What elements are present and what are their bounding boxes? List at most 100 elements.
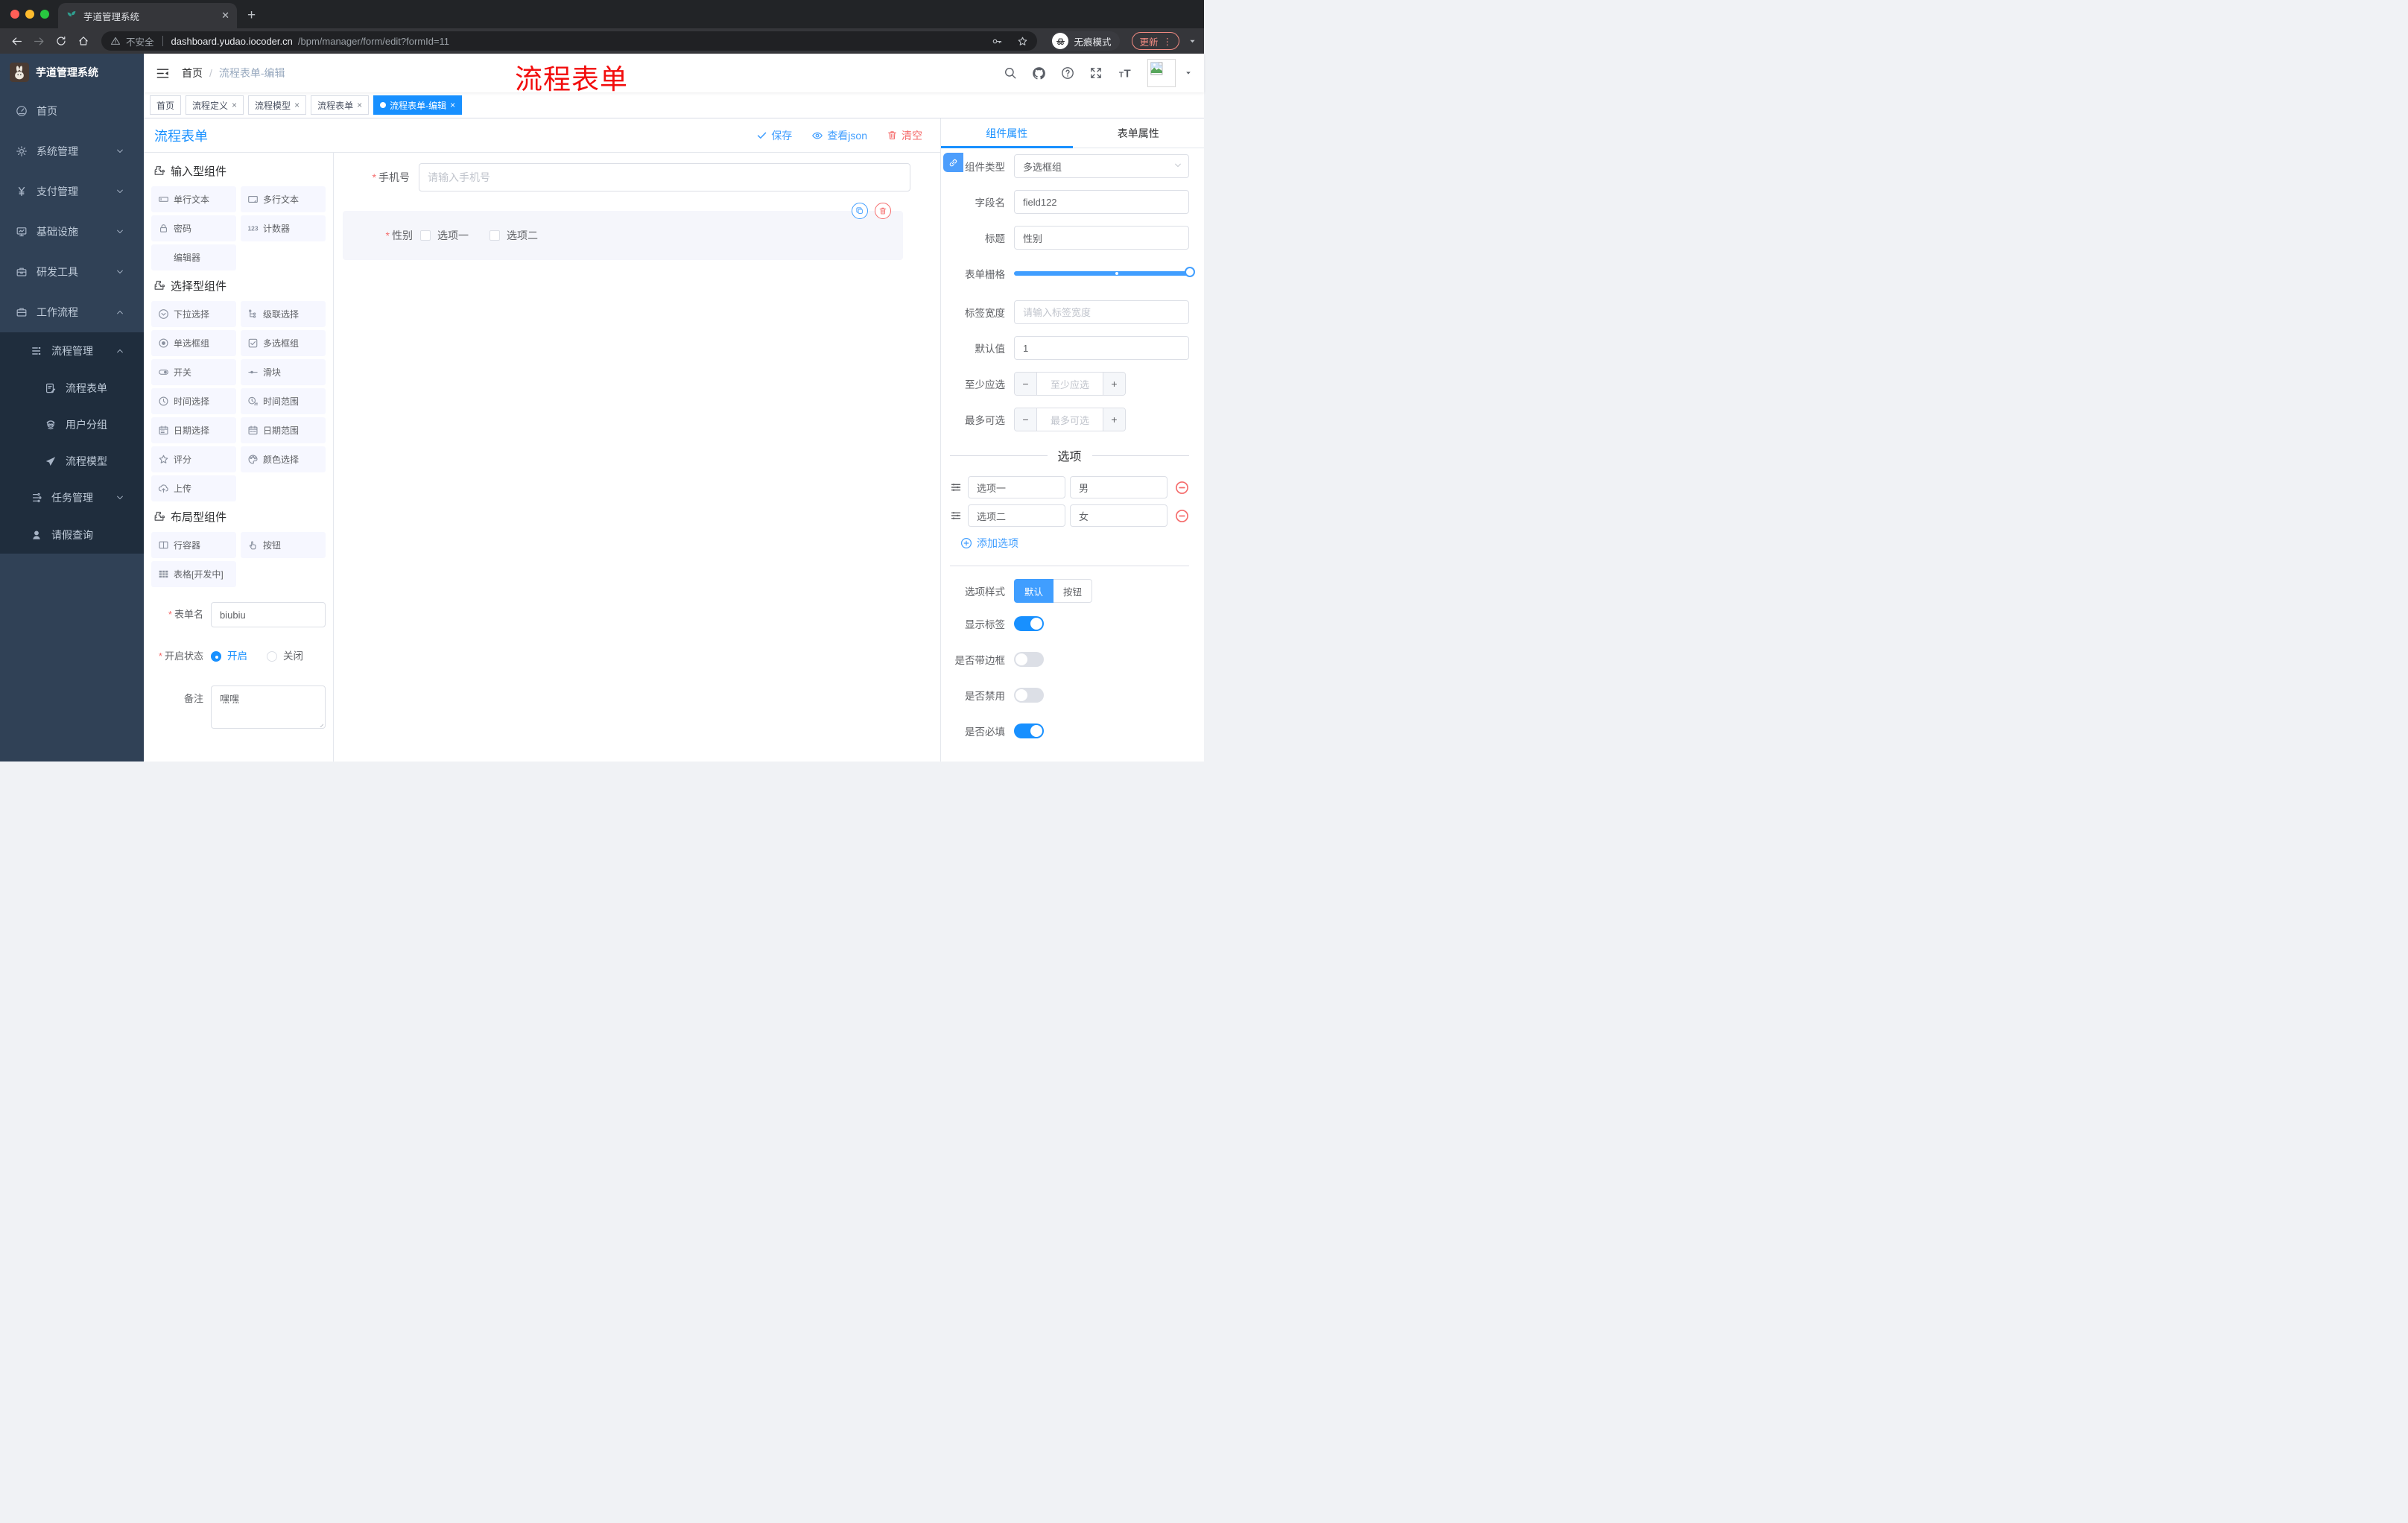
component-chip-按钮[interactable]: 按钮 bbox=[241, 532, 326, 558]
selected-component-gender[interactable]: 性别 选项一 选项二 bbox=[343, 203, 903, 260]
sidebar-item-支付管理[interactable]: 支付管理 bbox=[0, 171, 144, 212]
component-chip-颜色选择[interactable]: 颜色选择 bbox=[241, 446, 326, 472]
address-bar[interactable]: 不安全 dashboard.yudao.iocoder.cn/bpm/manag… bbox=[101, 31, 1038, 51]
toggle-显示标签[interactable] bbox=[1014, 616, 1044, 631]
remark-textarea[interactable]: 嘿嘿 bbox=[211, 685, 326, 729]
reload-icon[interactable] bbox=[52, 32, 70, 50]
back-icon[interactable] bbox=[7, 32, 25, 50]
new-tab-button[interactable]: + bbox=[247, 7, 256, 28]
font-size-icon[interactable]: TT bbox=[1118, 66, 1132, 80]
sidebar-item-系统管理[interactable]: 系统管理 bbox=[0, 131, 144, 171]
sidebar-logo[interactable]: 芋道管理系统 bbox=[0, 54, 144, 91]
tab-form-props[interactable]: 表单属性 bbox=[1073, 118, 1205, 148]
drag-handle-icon[interactable] bbox=[950, 510, 962, 522]
title-input[interactable] bbox=[1014, 226, 1189, 250]
component-chip-时间范围[interactable]: 时间范围 bbox=[241, 388, 326, 414]
bookmark-star-icon[interactable] bbox=[1017, 36, 1028, 47]
component-chip-单行文本[interactable]: 单行文本 bbox=[151, 186, 236, 212]
form-grid-slider[interactable] bbox=[1014, 262, 1195, 285]
component-chip-单选框组[interactable]: 单选框组 bbox=[151, 330, 236, 356]
sidebar-item-请假查询[interactable]: 请假查询 bbox=[0, 516, 144, 554]
component-chip-时间选择[interactable]: 时间选择 bbox=[151, 388, 236, 414]
sidebar-item-流程表单[interactable]: 流程表单 bbox=[0, 370, 144, 406]
component-chip-计数器[interactable]: 123 计数器 bbox=[241, 215, 326, 241]
component-chip-上传[interactable]: 上传 bbox=[151, 475, 236, 501]
search-icon[interactable] bbox=[1004, 66, 1017, 80]
sidebar-item-流程模型[interactable]: 流程模型 bbox=[0, 443, 144, 479]
max-select-placeholder[interactable]: 最多可选 bbox=[1037, 408, 1103, 431]
label-width-input[interactable] bbox=[1014, 300, 1189, 324]
component-chip-级联选择[interactable]: 级联选择 bbox=[241, 301, 326, 327]
component-chip-滑块[interactable]: 滑块 bbox=[241, 359, 326, 385]
sidebar-item-工作流程[interactable]: 工作流程 bbox=[0, 292, 144, 332]
component-chip-多选框组[interactable]: 多选框组 bbox=[241, 330, 326, 356]
checkbox-box[interactable] bbox=[420, 230, 431, 241]
component-chip-日期范围[interactable]: 日期范围 bbox=[241, 417, 326, 443]
maximize-window-button[interactable] bbox=[40, 10, 49, 19]
avatar-caret-icon[interactable] bbox=[1185, 69, 1192, 77]
form-canvas[interactable]: 手机号 性别 选项一 选项二 bbox=[334, 153, 940, 762]
drag-handle-icon[interactable] bbox=[950, 481, 962, 493]
stepper-minus-button[interactable]: − bbox=[1015, 408, 1037, 431]
copy-component-button[interactable] bbox=[852, 203, 868, 219]
minimize-window-button[interactable] bbox=[25, 10, 34, 19]
browser-tab[interactable]: 芋道管理系统 ✕ bbox=[58, 3, 237, 28]
remove-option-button[interactable] bbox=[1175, 509, 1189, 523]
add-option-button[interactable]: 添加选项 bbox=[960, 536, 1189, 551]
sidebar-item-用户分组[interactable]: 用户分组 bbox=[0, 406, 144, 443]
form-name-input[interactable] bbox=[211, 602, 326, 627]
clear-button[interactable]: 清空 bbox=[887, 128, 922, 143]
stepper-minus-button[interactable]: − bbox=[1015, 373, 1037, 395]
style-option-默认[interactable]: 默认 bbox=[1014, 579, 1054, 603]
component-chip-密码[interactable]: 密码 bbox=[151, 215, 236, 241]
stepper-plus-button[interactable]: + bbox=[1103, 408, 1125, 431]
tag-流程定义[interactable]: 流程定义 × bbox=[186, 95, 244, 115]
field-name-input[interactable] bbox=[1014, 190, 1189, 214]
traffic-lights[interactable] bbox=[10, 10, 49, 19]
option-value-input[interactable] bbox=[1070, 504, 1167, 527]
radio-status-off[interactable]: 关闭 bbox=[267, 644, 303, 669]
slider-handle[interactable] bbox=[1185, 267, 1195, 277]
option-label-input[interactable] bbox=[968, 504, 1065, 527]
component-chip-编辑器[interactable]: 编辑器 bbox=[151, 244, 236, 270]
tag-close-icon[interactable]: × bbox=[294, 100, 300, 110]
tag-流程模型[interactable]: 流程模型 × bbox=[248, 95, 307, 115]
chevron-down-icon[interactable] bbox=[1188, 37, 1197, 45]
help-icon[interactable] bbox=[1061, 66, 1074, 80]
hamburger-icon[interactable] bbox=[156, 66, 170, 80]
component-chip-日期选择[interactable]: 日期选择 bbox=[151, 417, 236, 443]
close-window-button[interactable] bbox=[10, 10, 19, 19]
tab-close-icon[interactable]: ✕ bbox=[221, 10, 229, 22]
key-icon[interactable] bbox=[992, 36, 1003, 47]
sidebar-item-任务管理[interactable]: 任务管理 bbox=[0, 479, 144, 516]
toggle-是否必填[interactable] bbox=[1014, 723, 1044, 738]
tag-流程表单-编辑[interactable]: 流程表单-编辑 × bbox=[373, 95, 463, 115]
sidebar-item-首页[interactable]: 首页 bbox=[0, 91, 144, 131]
component-type-select[interactable] bbox=[1014, 154, 1189, 178]
stepper-plus-button[interactable]: + bbox=[1103, 373, 1125, 395]
breadcrumb-home[interactable]: 首页 bbox=[182, 66, 203, 80]
component-chip-行容器[interactable]: 行容器 bbox=[151, 532, 236, 558]
sidebar-item-基础设施[interactable]: 基础设施 bbox=[0, 212, 144, 252]
toggle-是否禁用[interactable] bbox=[1014, 688, 1044, 703]
tab-component-props[interactable]: 组件属性 bbox=[941, 118, 1073, 148]
checkbox-选项一[interactable]: 选项一 bbox=[420, 228, 469, 243]
tag-流程表单[interactable]: 流程表单 × bbox=[311, 95, 370, 115]
component-chip-评分[interactable]: 评分 bbox=[151, 446, 236, 472]
browser-menu-dots-icon[interactable]: ⋮ bbox=[1163, 36, 1173, 47]
forward-icon[interactable] bbox=[30, 32, 48, 50]
canvas-field-phone[interactable]: 手机号 bbox=[344, 163, 930, 191]
option-value-input[interactable] bbox=[1070, 476, 1167, 498]
toggle-是否带边框[interactable] bbox=[1014, 652, 1044, 667]
tag-close-icon[interactable]: × bbox=[357, 100, 362, 110]
min-select-placeholder[interactable]: 至少应选 bbox=[1037, 373, 1103, 395]
checkbox-box[interactable] bbox=[489, 230, 500, 241]
style-option-按钮[interactable]: 按钮 bbox=[1054, 579, 1093, 603]
remove-option-button[interactable] bbox=[1175, 481, 1189, 495]
view-json-button[interactable]: 查看json bbox=[811, 128, 867, 143]
option-label-input[interactable] bbox=[968, 476, 1065, 498]
save-button[interactable]: 保存 bbox=[756, 128, 792, 143]
sidebar-item-研发工具[interactable]: 研发工具 bbox=[0, 252, 144, 292]
phone-input[interactable] bbox=[419, 163, 910, 191]
component-chip-多行文本[interactable]: 多行文本 bbox=[241, 186, 326, 212]
